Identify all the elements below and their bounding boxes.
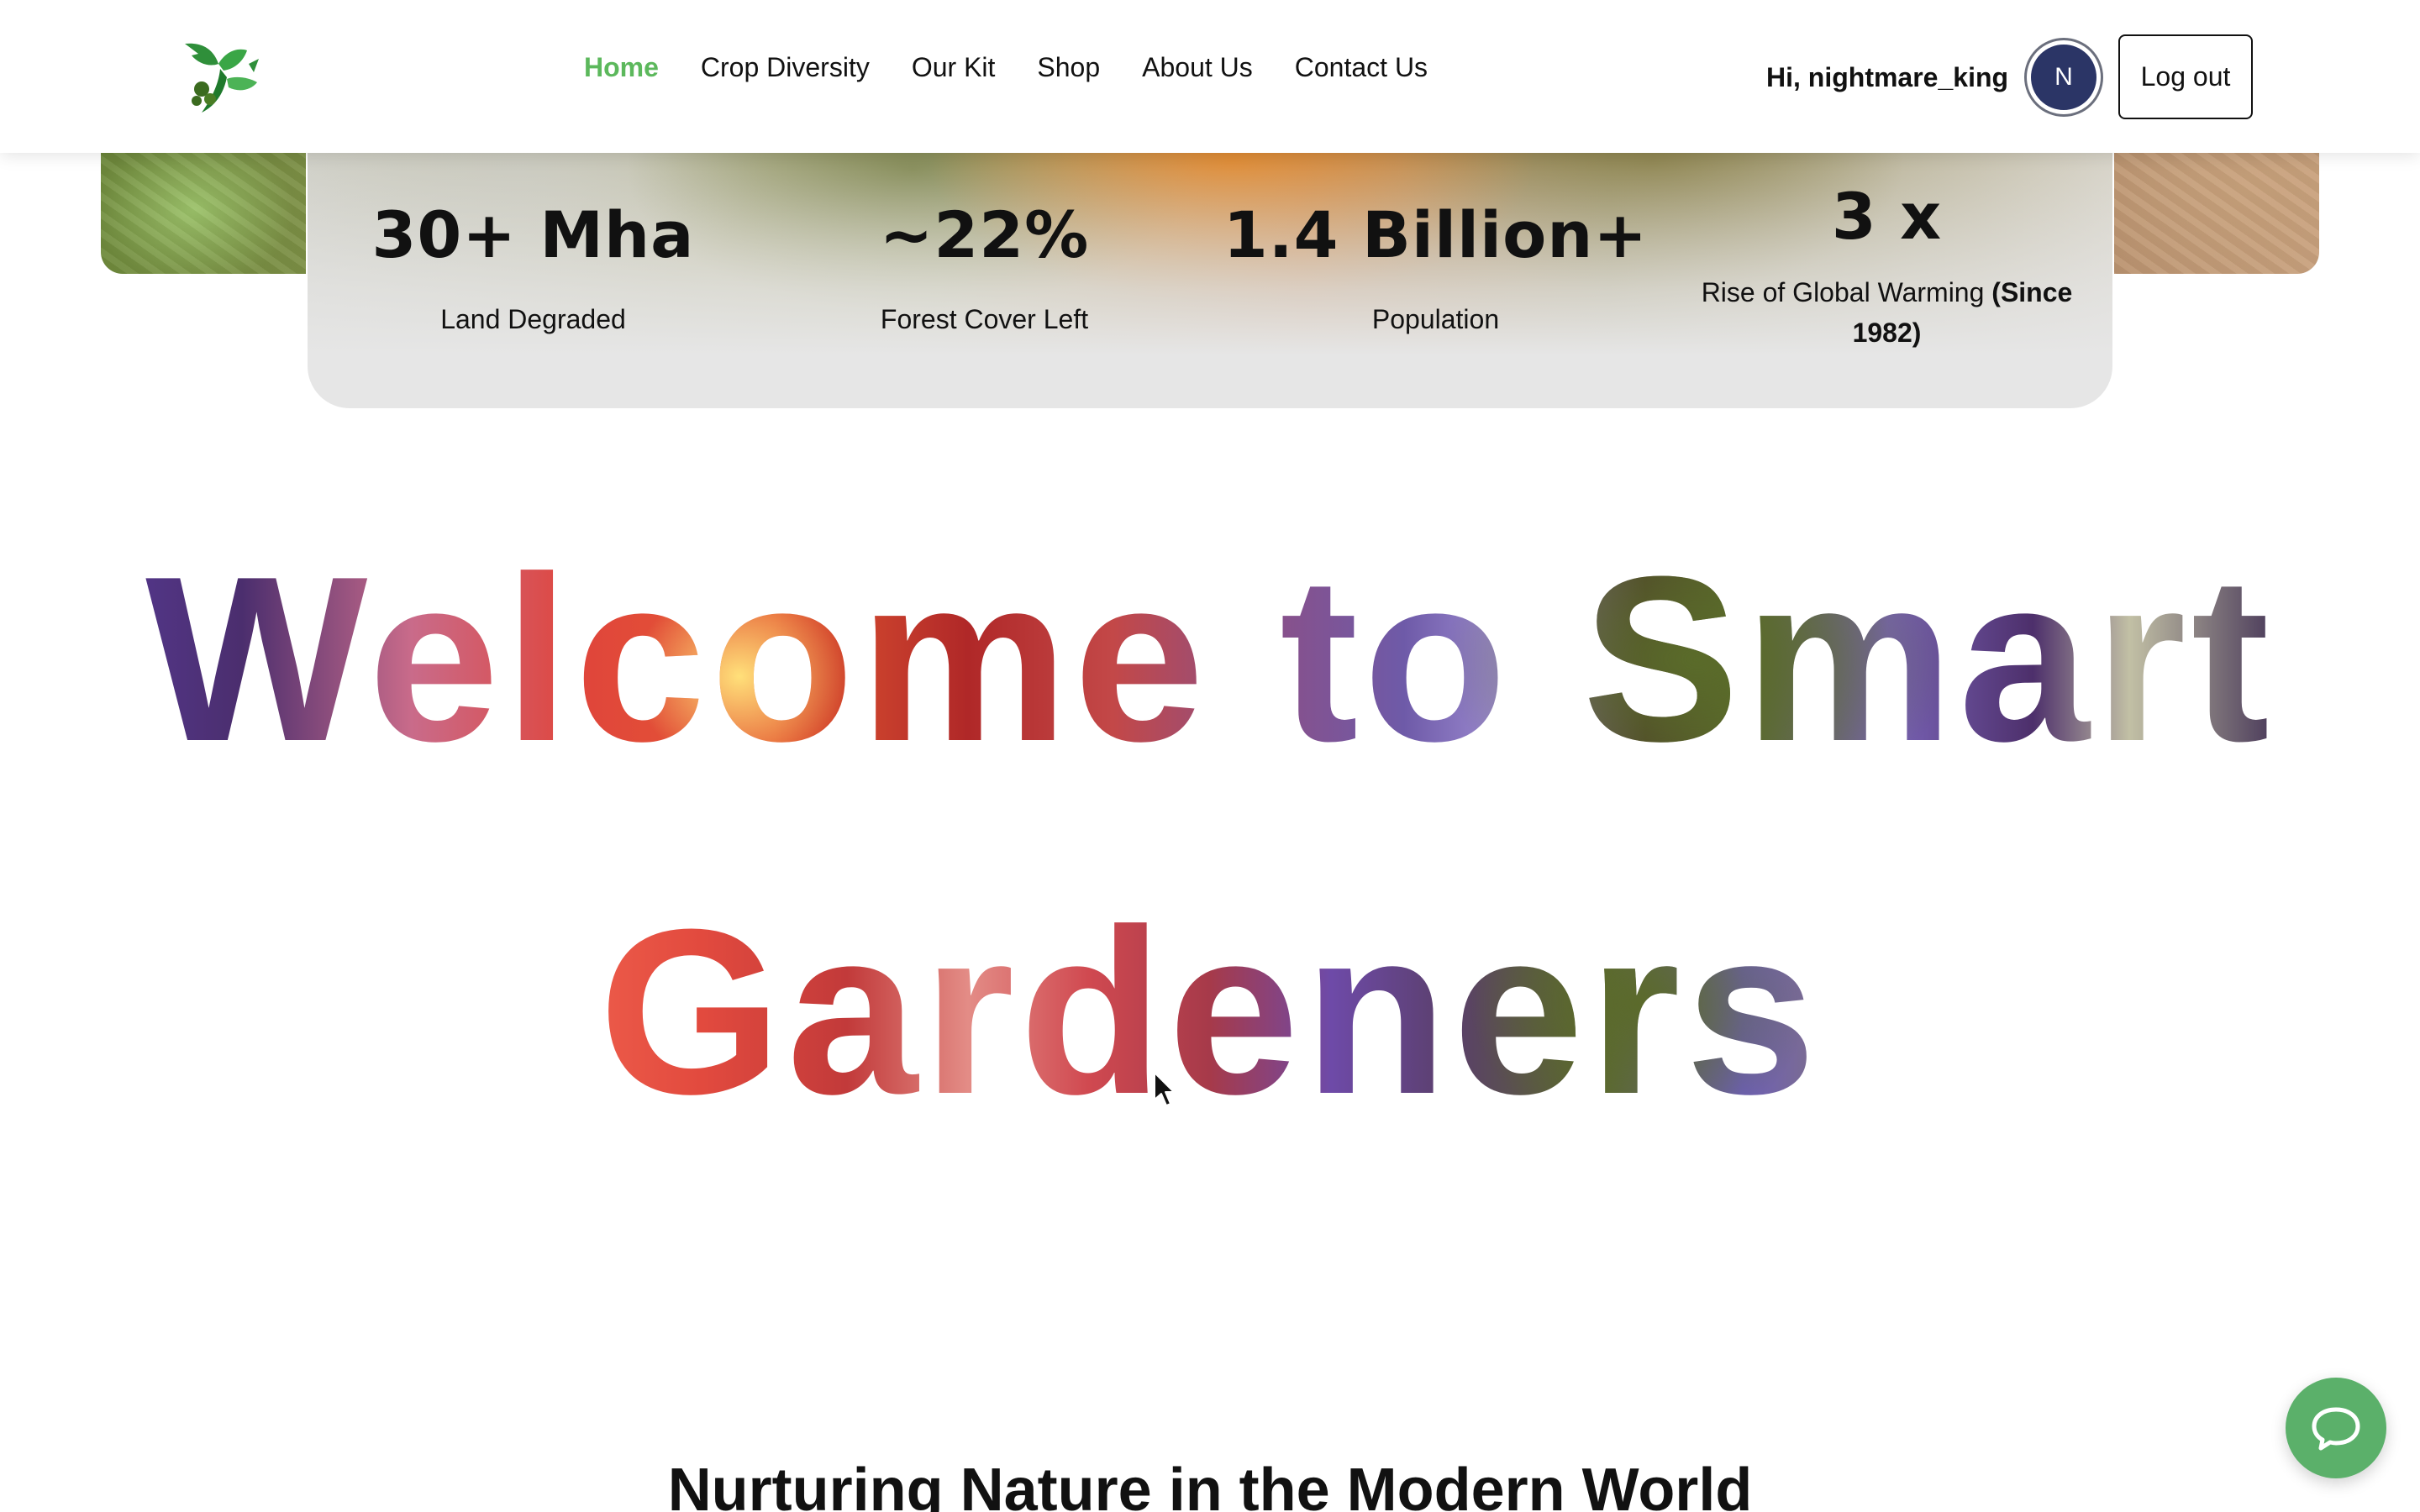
stat-global-warming: 3 x Rise of Global Warming (Since 1982) [1661,144,2112,408]
section-subheading: Nurturing Nature in the Modern World [667,1457,1753,1512]
avatar[interactable]: N [2027,40,2101,114]
mouse-pointer-icon [1154,1072,1175,1106]
chat-button[interactable] [2286,1378,2386,1478]
stat-value: ~22% [879,197,1090,272]
nav-shop[interactable]: Shop [1037,52,1100,83]
hero-title-line-1: Welcome to Smart [0,542,2420,777]
stat-value: 1.4 Billion+ [1223,197,1649,272]
stat-label: Forest Cover Left [880,304,1089,334]
plant-sprout-logo-icon[interactable] [176,35,264,123]
nav-crop-diversity[interactable]: Crop Diversity [701,52,870,83]
stats-card: 30+ Mha Land Degraded ~22% Forest Cover … [306,143,2114,410]
stat-land-degraded: 30+ Mha Land Degraded [308,144,759,408]
stat-value: 30+ Mha [371,197,695,272]
stat-value: 3 x [1831,179,1943,254]
user-greeting: Hi, nightmare_king [1766,62,2009,92]
nav-home[interactable]: Home [584,52,659,83]
stat-label: Land Degraded [440,304,626,334]
main-nav: Home Crop Diversity Our Kit Shop About U… [584,52,1428,83]
chat-bubble-icon [2312,1407,2360,1451]
stat-label: Population [1371,304,1500,334]
stat-population: 1.4 Billion+ Population [1210,144,1661,408]
hero-title-line-2: Gardeners [0,895,2420,1130]
stat-forest-cover: ~22% Forest Cover Left [759,144,1210,408]
nav-about-us[interactable]: About Us [1142,52,1253,83]
nav-our-kit[interactable]: Our Kit [912,52,996,83]
logout-button[interactable]: Log out [2118,34,2253,119]
stat-label: Rise of Global Warming (Since 1982) [1694,272,2081,353]
site-header: Home Crop Diversity Our Kit Shop About U… [0,0,2420,153]
nav-contact-us[interactable]: Contact Us [1295,52,1428,83]
stat-label-text: Rise of Global Warming [1701,277,1985,307]
